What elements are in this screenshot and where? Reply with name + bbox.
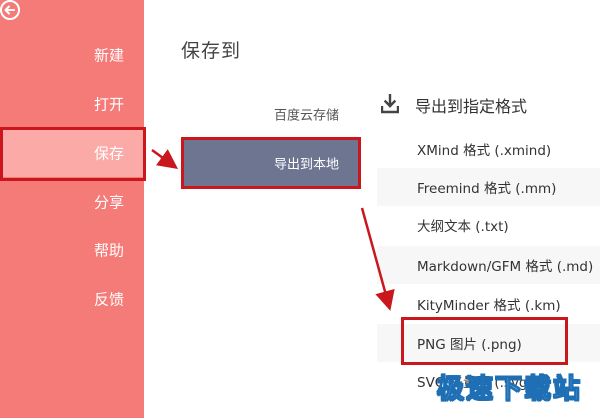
format-label: Freemind 格式 (.mm)	[417, 181, 557, 197]
format-item-xmind[interactable]: XMind 格式 (.xmind)	[377, 130, 600, 168]
format-label: 大纲文本 (.txt)	[417, 219, 509, 235]
watermark-logo: 极速下载站	[437, 374, 582, 406]
annotation-arrow-1	[151, 148, 179, 169]
download-icon	[381, 94, 399, 114]
sidebar-item-label: 新建	[93, 46, 124, 65]
sidebar-item-feedback[interactable]: 反馈	[0, 275, 144, 323]
format-item-png[interactable]: PNG 图片 (.png)	[377, 324, 600, 362]
destination-export-local[interactable]: 导出到本地	[183, 139, 359, 187]
sidebar-item-share[interactable]: 分享	[0, 178, 144, 226]
export-panel-title: 导出到指定格式	[415, 97, 528, 116]
sidebar-item-save[interactable]: 保存	[0, 129, 144, 177]
back-button[interactable]	[0, 0, 24, 24]
format-item-markdown[interactable]: Markdown/GFM 格式 (.md)	[377, 246, 600, 284]
format-label: Markdown/GFM 格式 (.md)	[417, 259, 594, 275]
format-label: PNG 图片 (.png)	[417, 337, 522, 353]
sidebar-item-label: 分享	[93, 193, 124, 212]
back-arrow-icon	[0, 0, 20, 20]
page-title: 保存到	[181, 40, 242, 62]
format-item-kityminder[interactable]: KityMinder 格式 (.km)	[377, 285, 600, 323]
sidebar-item-label: 反馈	[93, 290, 124, 309]
format-item-freemind[interactable]: Freemind 格式 (.mm)	[377, 168, 600, 206]
format-label: XMind 格式 (.xmind)	[417, 143, 552, 159]
destination-baidu-cloud[interactable]: 百度云存储	[183, 90, 359, 138]
sidebar-item-new[interactable]: 新建	[0, 31, 144, 79]
export-panel-header: 导出到指定格式	[377, 92, 600, 120]
format-label: KityMinder 格式 (.km)	[417, 298, 561, 314]
sidebar-item-open[interactable]: 打开	[0, 80, 144, 128]
sidebar-item-help[interactable]: 帮助	[0, 226, 144, 274]
destination-label: 导出到本地	[273, 157, 339, 173]
app-window: 新建 打开 保存 分享 帮助 反馈 保存到 百度云存储 导出到本地 导出到指定格…	[0, 0, 600, 418]
format-item-txt[interactable]: 大纲文本 (.txt)	[377, 206, 600, 244]
sidebar: 新建 打开 保存 分享 帮助 反馈	[0, 0, 144, 418]
sidebar-item-label: 帮助	[93, 241, 124, 260]
sidebar-item-label: 保存	[93, 144, 124, 163]
destination-label: 百度云存储	[273, 108, 339, 124]
sidebar-item-label: 打开	[93, 95, 124, 114]
